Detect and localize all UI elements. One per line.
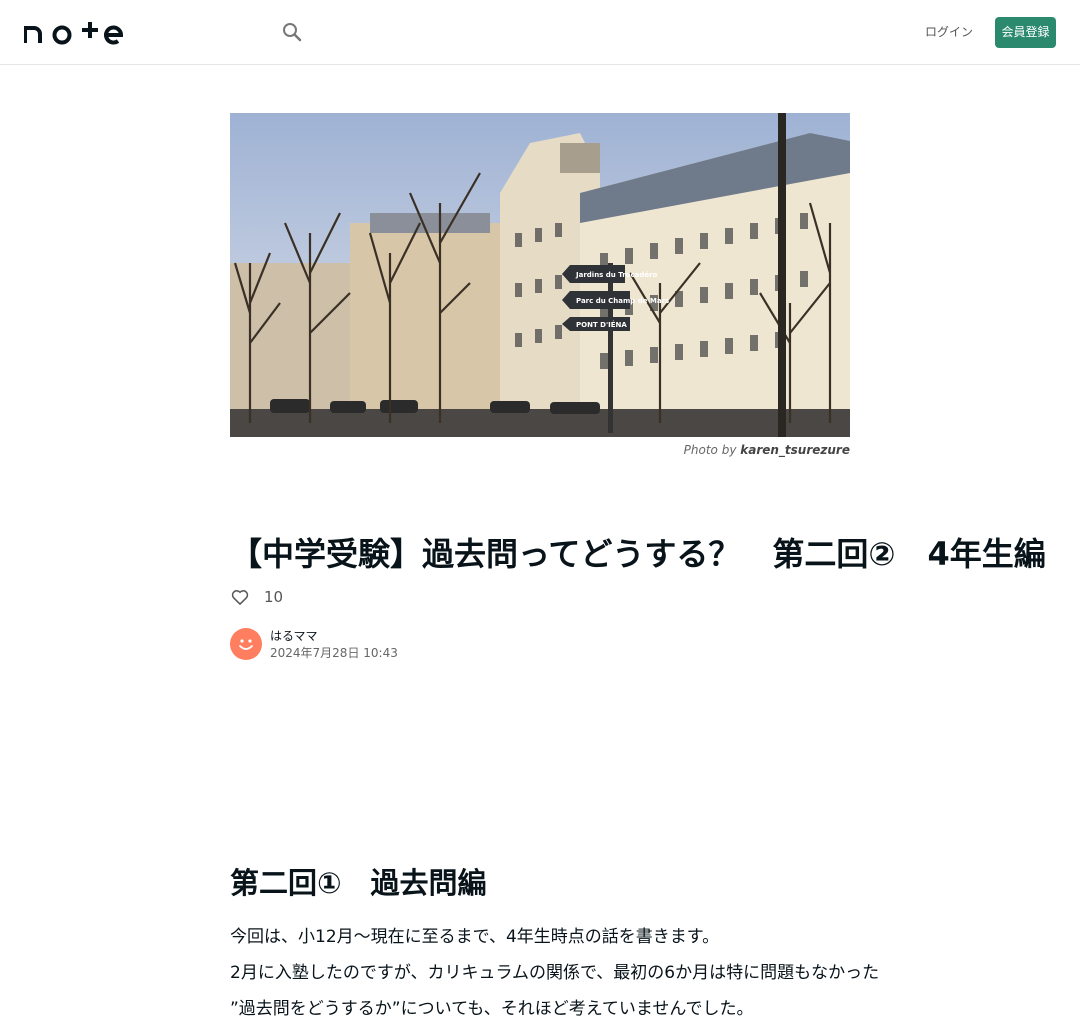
photo-credit: Photo by karen_tsurezure (230, 443, 850, 457)
like-count: 10 (264, 588, 284, 606)
body-paragraph: 今回は、小12月〜現在に至るまで、4年生時点の話を書きます。 (230, 927, 720, 947)
author-name[interactable]: はるママ (270, 627, 398, 645)
body-paragraph: 2月に入塾したのですが、カリキュラムの関係で、最初の6か月は特に問題もなかった (230, 963, 880, 983)
like-button[interactable]: 10 (230, 586, 283, 608)
sign-text: Jardins du Trocadéro (575, 271, 658, 279)
login-link[interactable]: ログイン (918, 22, 980, 42)
note-logo-mark (23, 22, 124, 45)
author-block: はるママ 2024年7月28日 10:43 (230, 627, 398, 661)
search-icon (283, 23, 302, 42)
heart-icon (231, 590, 249, 605)
section-heading: 第二回① 過去問編 (230, 866, 487, 900)
article-title: 【中学受験】過去問ってどうする？ 第二回② 4年生編 (230, 535, 1046, 573)
credit-prefix: Photo by (683, 443, 737, 457)
author-avatar[interactable] (230, 628, 262, 660)
post-date: 2024年7月28日 10:43 (270, 646, 398, 660)
note-logo[interactable] (23, 19, 124, 45)
smile-icon (239, 639, 253, 650)
search-button[interactable] (280, 20, 304, 44)
signup-button[interactable]: 会員登録 (995, 17, 1056, 48)
sign-text: PONT D'IÉNA (576, 320, 627, 329)
site-header: ログイン 会員登録 (0, 0, 1080, 65)
hero-image: Jardins du Trocadéro Parc du Champ de Ma… (230, 113, 850, 437)
body-paragraph: ”過去問をどうするか”についても、それほど考えていませんでした。 (230, 999, 754, 1019)
credit-author[interactable]: karen_tsurezure (740, 443, 850, 457)
sign-text: Parc du Champ de Mars (576, 297, 669, 305)
